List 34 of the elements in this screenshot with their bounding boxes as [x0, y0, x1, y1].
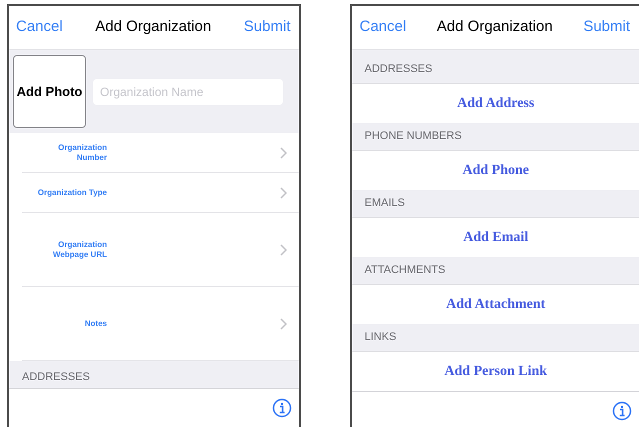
- cancel-button[interactable]: Cancel: [16, 16, 63, 39]
- section-header-text: ADDRESSES: [22, 371, 90, 383]
- section-header-text: LINKS: [364, 330, 396, 346]
- row-label: Organization: [58, 240, 107, 250]
- row-label: Number: [76, 152, 107, 162]
- form-row[interactable]: Organization Number: [22, 133, 300, 173]
- row-label: Organization Type: [38, 188, 107, 198]
- form-row[interactable]: Organization Webpage URL: [22, 213, 300, 287]
- add-photo-button[interactable]: Add Photo: [13, 55, 86, 128]
- section-header-text: ADDRESSES: [364, 62, 432, 78]
- cancel-button[interactable]: Cancel: [359, 16, 406, 39]
- section-header-text: PHONE NUMBERS: [364, 129, 462, 144]
- chevron-right-icon: [280, 318, 288, 330]
- chevron-right-icon: [280, 244, 288, 256]
- submit-button[interactable]: Submit: [583, 16, 630, 39]
- row-label: Notes: [84, 318, 107, 328]
- add-item-button[interactable]: Add Phone: [462, 160, 529, 181]
- info-icon[interactable]: [612, 401, 632, 421]
- form-row[interactable]: Organization Type: [22, 173, 300, 213]
- section-header-text: ATTACHMENTS: [364, 263, 446, 278]
- info-icon[interactable]: [272, 398, 292, 418]
- section-header-text: EMAILS: [364, 196, 405, 212]
- nav-title: Add Organization: [95, 17, 212, 38]
- submit-button[interactable]: Submit: [244, 16, 290, 39]
- add-item-button[interactable]: Add Address: [457, 93, 534, 114]
- add-item-button[interactable]: Add Person Link: [444, 361, 548, 382]
- chevron-right-icon: [280, 146, 288, 158]
- add-item-button[interactable]: Add Attachment: [446, 294, 546, 315]
- row-label: Organization: [58, 142, 107, 152]
- nav-title: Add Organization: [436, 17, 553, 38]
- add-item-button[interactable]: Add Email: [463, 227, 528, 248]
- organization-name-field[interactable]: Organization Name: [93, 78, 283, 104]
- row-label: Webpage URL: [52, 250, 107, 260]
- chevron-right-icon: [280, 186, 288, 198]
